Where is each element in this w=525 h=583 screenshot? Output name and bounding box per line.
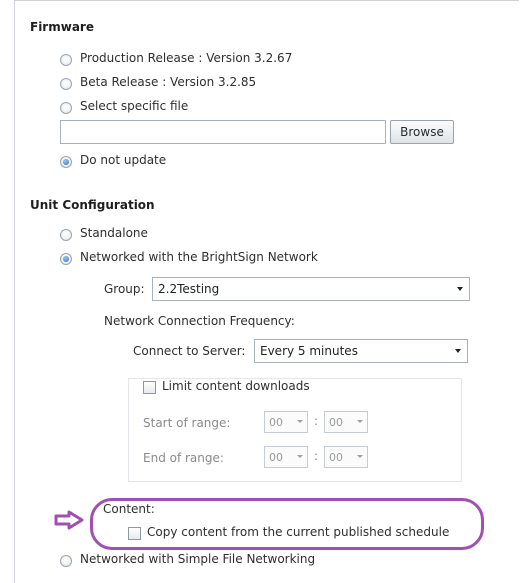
end-minute-value: 00 xyxy=(329,450,343,464)
browse-button[interactable]: Browse xyxy=(390,120,454,144)
group-select-value: 2.2Testing xyxy=(158,282,220,296)
chevron-down-icon xyxy=(457,287,463,291)
end-hour-select[interactable]: 00 xyxy=(264,446,308,468)
start-hour-select[interactable]: 00 xyxy=(264,411,308,433)
copy-content-checkbox[interactable] xyxy=(128,527,141,540)
networked-brightsign-label: Networked with the BrightSign Network xyxy=(80,250,318,264)
radio-beta-release[interactable] xyxy=(60,78,72,90)
start-minute-value: 00 xyxy=(329,415,343,429)
beta-release-label: Beta Release : Version 3.2.85 xyxy=(80,75,257,89)
firmware-heading: Firmware xyxy=(30,20,94,34)
group-label: Group: xyxy=(104,282,145,296)
end-minute-select[interactable]: 00 xyxy=(324,446,368,468)
start-time-separator: : xyxy=(314,414,319,428)
right-arrow-icon xyxy=(54,510,84,530)
end-time-separator: : xyxy=(314,449,319,463)
end-hour-value: 00 xyxy=(269,450,283,464)
connect-to-server-value: Every 5 minutes xyxy=(260,344,358,358)
end-of-range-label: End of range: xyxy=(143,451,224,465)
network-connection-frequency-label: Network Connection Frequency: xyxy=(104,314,295,328)
chevron-down-icon xyxy=(297,420,303,423)
standalone-label: Standalone xyxy=(80,226,148,240)
radio-networked-brightsign[interactable] xyxy=(60,253,72,265)
connect-to-server-label: Connect to Server: xyxy=(133,344,246,358)
production-release-label: Production Release : Version 3.2.67 xyxy=(80,51,293,65)
start-minute-select[interactable]: 00 xyxy=(324,411,368,433)
radio-production-release[interactable] xyxy=(60,54,72,66)
chevron-down-icon xyxy=(297,455,303,458)
chevron-down-icon xyxy=(455,349,461,353)
chevron-down-icon xyxy=(357,420,363,423)
start-hour-value: 00 xyxy=(269,415,283,429)
content-label: Content: xyxy=(103,502,155,516)
radio-networked-sfn[interactable] xyxy=(60,555,72,567)
radio-standalone[interactable] xyxy=(60,229,72,241)
connect-to-server-select[interactable]: Every 5 minutes xyxy=(254,339,468,363)
do-not-update-label: Do not update xyxy=(80,153,167,167)
start-of-range-label: Start of range: xyxy=(143,416,231,430)
radio-do-not-update[interactable] xyxy=(60,156,72,168)
limit-content-downloads-checkbox[interactable] xyxy=(143,381,156,394)
copy-content-label: Copy content from the current published … xyxy=(147,525,450,539)
select-specific-file-label: Select specific file xyxy=(80,99,189,113)
file-path-input[interactable] xyxy=(60,120,386,144)
radio-select-specific-file[interactable] xyxy=(60,102,72,114)
networked-sfn-label: Networked with Simple File Networking xyxy=(80,552,316,566)
chevron-down-icon xyxy=(357,455,363,458)
unit-configuration-heading: Unit Configuration xyxy=(30,198,155,212)
group-select[interactable]: 2.2Testing xyxy=(152,277,470,301)
limit-content-downloads-label: Limit content downloads xyxy=(162,379,310,393)
